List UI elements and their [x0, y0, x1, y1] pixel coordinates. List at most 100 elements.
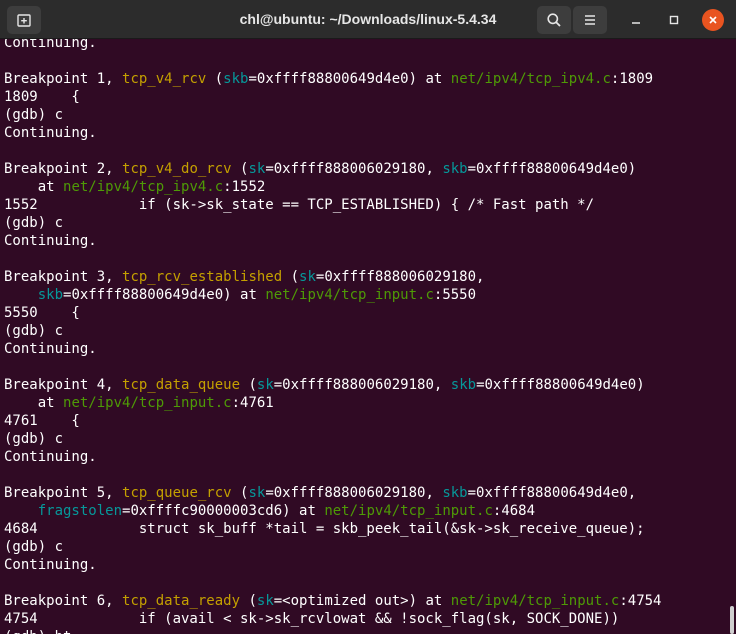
new-tab-icon	[17, 14, 31, 27]
terminal-text: (gdb) c	[4, 323, 64, 339]
new-tab-button[interactable]	[7, 6, 41, 34]
terminal-line: (gdb) c	[4, 214, 63, 232]
terminal-line: skb=0xffff88800649d4e0) at net/ipv4/tcp_…	[4, 286, 476, 304]
terminal-output[interactable]: Continuing. Breakpoint 1, tcp_v4_rcv (skb…	[0, 39, 736, 634]
terminal-path: net/ipv4/tcp_ipv4.c	[450, 71, 611, 87]
terminal-text: :1552	[223, 179, 266, 195]
terminal-line: Continuing.	[4, 448, 97, 466]
terminal-argument: skb	[442, 161, 468, 177]
terminal-text: Continuing.	[4, 125, 97, 141]
menu-icon	[585, 15, 595, 25]
terminal-text: (	[231, 485, 249, 501]
terminal-line: 1809 {	[4, 88, 80, 106]
terminal-text: at	[4, 179, 64, 195]
terminal-text: =0xffff888006029180,	[273, 377, 451, 393]
terminal-text: Breakpoint 2,	[4, 161, 123, 177]
terminal-line: Continuing.	[4, 340, 97, 358]
terminal-text: =<optimized out>) at	[273, 593, 451, 609]
terminal-text: 5550 {	[4, 305, 80, 321]
terminal-text: Breakpoint 3,	[4, 269, 123, 285]
terminal-line: Breakpoint 1, tcp_v4_rcv (skb=0xffff8880…	[4, 70, 653, 88]
terminal-text: :4754	[619, 593, 662, 609]
terminal-text: (	[282, 269, 300, 285]
terminal-line: fragstolen=0xffffc90000003cd6) at net/ip…	[4, 502, 535, 520]
terminal-text: 1552 if (sk->sk_state == TCP_ESTABLISHED…	[4, 197, 595, 213]
terminal-argument: skb	[37, 287, 64, 303]
terminal-text: (	[231, 161, 249, 177]
terminal-argument: skb	[223, 71, 249, 87]
terminal-window: chl@ubuntu: ~/Downloads/linux-5.4.34 Con…	[0, 0, 736, 634]
terminal-text: Continuing.	[4, 341, 97, 357]
terminal-function: tcp_rcv_established	[122, 269, 283, 285]
terminal-text: Continuing.	[4, 449, 97, 465]
terminal-line: Breakpoint 6, tcp_data_ready (sk=<optimi…	[4, 592, 662, 610]
terminal-line: Breakpoint 4, tcp_data_queue (sk=0xffff8…	[4, 376, 645, 394]
terminal-argument: sk	[248, 485, 266, 501]
terminal-text: Breakpoint 5,	[4, 485, 123, 501]
terminal-text: (gdb) c	[4, 431, 64, 447]
terminal-text: =0xffff888006029180,	[265, 161, 443, 177]
terminal-function: tcp_data_ready	[122, 593, 241, 609]
terminal-line: 4684 struct sk_buff *tail = skb_peek_tai…	[4, 520, 645, 538]
maximize-button[interactable]	[663, 9, 685, 31]
terminal-text: (	[240, 377, 257, 393]
minimize-button[interactable]	[625, 9, 647, 31]
maximize-icon	[669, 15, 679, 25]
terminal-text: Breakpoint 6,	[4, 593, 123, 609]
terminal-function: tcp_queue_rcv	[122, 485, 232, 501]
terminal-text: Breakpoint 4,	[4, 377, 123, 393]
terminal-argument: sk	[299, 269, 316, 285]
terminal-text: 4684 struct sk_buff *tail = skb_peek_tai…	[4, 521, 645, 537]
terminal-line: 1552 if (sk->sk_state == TCP_ESTABLISHED…	[4, 196, 594, 214]
terminal-line: Continuing.	[4, 556, 97, 574]
terminal-path: net/ipv4/tcp_input.c	[324, 503, 493, 519]
terminal-line: at net/ipv4/tcp_input.c:4761	[4, 394, 274, 412]
terminal-argument: sk	[248, 161, 266, 177]
terminal-function: tcp_v4_do_rcv	[122, 161, 232, 177]
terminal-text: Continuing.	[4, 557, 97, 573]
terminal-line: Continuing.	[4, 232, 97, 250]
terminal-argument: skb	[442, 485, 468, 501]
terminal-line: Breakpoint 5, tcp_queue_rcv (sk =0xffff88…	[4, 484, 645, 502]
terminal-text: =0xffff88800649d4e0,	[467, 485, 645, 501]
terminal-text: at	[4, 395, 64, 411]
terminal-argument: sk	[256, 593, 274, 609]
terminal-text: =0xffff888006029180,	[315, 269, 493, 285]
terminal-text: 4761 {	[4, 413, 80, 429]
close-button[interactable]	[702, 9, 724, 31]
terminal-text: :4761	[231, 395, 274, 411]
terminal-text: (gdb) c	[4, 539, 64, 555]
minimize-icon	[632, 22, 640, 24]
terminal-path: net/ipv4/tcp_ipv4.c	[63, 179, 224, 195]
terminal-path: net/ipv4/tcp_input.c	[450, 593, 620, 609]
scrollbar[interactable]	[730, 606, 734, 634]
terminal-text: Continuing.	[4, 39, 97, 51]
terminal-function: tcp_v4_rcv	[122, 71, 207, 87]
terminal-line: 4754 if (avail < sk->sk_rcvlowat && !soc…	[4, 610, 619, 628]
terminal-text: =0xffffc90000003cd6) at	[122, 503, 325, 519]
terminal-text: (gdb) c	[4, 107, 64, 123]
terminal-text: (gdb) bt	[4, 629, 71, 634]
terminal-text: (	[206, 71, 224, 87]
search-icon	[547, 13, 561, 27]
terminal-text: (gdb) c	[4, 215, 64, 231]
terminal-line: Breakpoint 2, tcp_v4_do_rcv (sk=0xffff88…	[4, 160, 636, 178]
terminal-line: 5550 {	[4, 304, 80, 322]
terminal-text: =0xffff88800649d4e0) at	[248, 71, 451, 87]
menu-button[interactable]	[573, 6, 607, 34]
terminal-argument: sk	[256, 377, 274, 393]
window-title: chl@ubuntu: ~/Downloads/linux-5.4.34	[239, 11, 497, 27]
terminal-text: :4684	[492, 503, 536, 519]
terminal-text: 4754 if (avail < sk->sk_rcvlowat && !soc…	[4, 611, 620, 627]
terminal-text: Continuing.	[4, 233, 97, 249]
terminal-text: =0xffff88800649d4e0)	[476, 377, 645, 393]
terminal-text: =0xffff88800649d4e0)	[467, 161, 637, 177]
title-bar: chl@ubuntu: ~/Downloads/linux-5.4.34	[0, 0, 736, 39]
terminal-line: (gdb) c	[4, 538, 63, 556]
terminal-argument: fragstolen	[37, 503, 123, 519]
search-button[interactable]	[537, 6, 571, 34]
terminal-text: :5550	[433, 287, 477, 303]
terminal-line: 4761 {	[4, 412, 80, 430]
terminal-argument: skb	[450, 377, 477, 393]
